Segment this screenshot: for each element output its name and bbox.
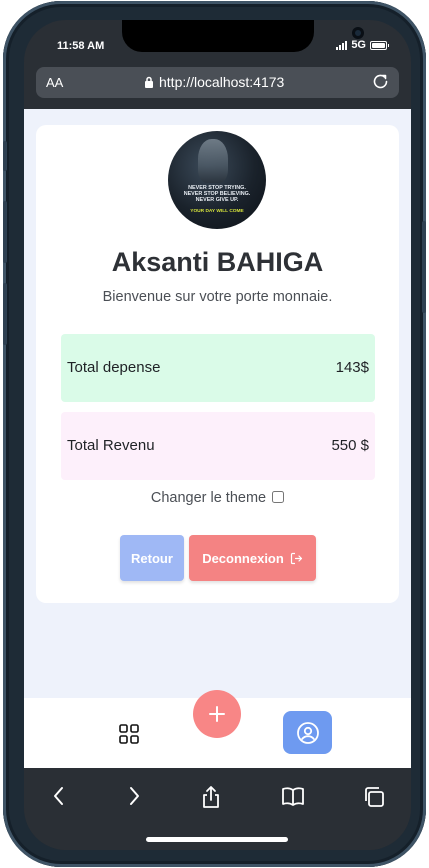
camera-icon <box>352 27 364 39</box>
theme-toggle-label: Changer le theme <box>150 490 267 506</box>
bottom-navigation <box>24 690 411 768</box>
user-circle-icon <box>296 721 319 744</box>
dashboard-grid-icon[interactable] <box>118 723 140 745</box>
user-name: Aksanti BAHIGA <box>111 247 324 277</box>
reload-icon[interactable] <box>371 72 391 92</box>
volume-up-button <box>3 201 7 263</box>
share-icon[interactable] <box>200 785 222 809</box>
phone-screen: 11:58 AM 5G AA http://localhost:4173 NEV… <box>24 20 411 850</box>
text-size-button[interactable]: AA <box>46 75 63 90</box>
url-display[interactable]: http://localhost:4173 <box>144 74 284 90</box>
browser-toolbar <box>24 768 411 850</box>
avatar: NEVER STOP TRYING. NEVER STOP BELIEVING.… <box>168 131 266 229</box>
theme-toggle-row: Changer le theme <box>36 490 399 506</box>
logout-button[interactable]: Deconnexion <box>189 535 316 581</box>
signal-icon <box>336 40 348 50</box>
total-income-label: Total Revenu <box>67 437 155 454</box>
status-time: 11:58 AM <box>57 40 105 52</box>
add-button[interactable] <box>193 690 241 738</box>
profile-tab[interactable] <box>283 711 332 754</box>
network-type: 5G <box>351 39 366 51</box>
phone-frame: 11:58 AM 5G AA http://localhost:4173 NEV… <box>3 1 426 867</box>
status-indicators: 5G <box>336 39 389 51</box>
mute-switch <box>3 141 7 171</box>
web-content: NEVER STOP TRYING. NEVER STOP BELIEVING.… <box>24 109 411 698</box>
bookmarks-icon[interactable] <box>280 785 306 807</box>
forward-arrow-icon[interactable] <box>125 785 143 807</box>
notch <box>122 20 364 52</box>
avatar-quote: NEVER STOP TRYING. NEVER STOP BELIEVING.… <box>183 185 251 203</box>
address-bar[interactable]: AA http://localhost:4173 <box>36 67 399 98</box>
battery-icon <box>370 40 389 50</box>
url-text: http://localhost:4173 <box>159 74 285 90</box>
tabs-icon[interactable] <box>362 785 386 809</box>
volume-down-button <box>3 283 7 345</box>
power-button <box>422 221 426 313</box>
back-button[interactable]: Retour <box>120 535 184 581</box>
total-expense-card: Total depense 143$ <box>61 334 375 402</box>
cat-image <box>198 139 228 183</box>
total-expense-value: 143$ <box>335 359 369 376</box>
theme-checkbox[interactable] <box>272 491 285 503</box>
total-income-card: Total Revenu 550 $ <box>61 412 375 480</box>
plus-icon <box>209 706 225 722</box>
lock-icon <box>145 76 153 88</box>
total-income-value: 550 $ <box>331 437 369 454</box>
total-expense-label: Total depense <box>67 359 161 376</box>
avatar-footer: YOUR DAY WILL COME <box>190 209 244 214</box>
back-button-label: Retour <box>131 550 173 566</box>
status-bar: 11:58 AM 5G <box>24 20 411 66</box>
logout-icon <box>290 552 302 564</box>
logout-button-label: Deconnexion <box>202 550 284 566</box>
home-indicator[interactable] <box>146 837 288 842</box>
welcome-text: Bienvenue sur votre porte monnaie. <box>102 289 333 305</box>
profile-card: NEVER STOP TRYING. NEVER STOP BELIEVING.… <box>36 125 399 603</box>
back-arrow-icon[interactable] <box>50 785 68 807</box>
